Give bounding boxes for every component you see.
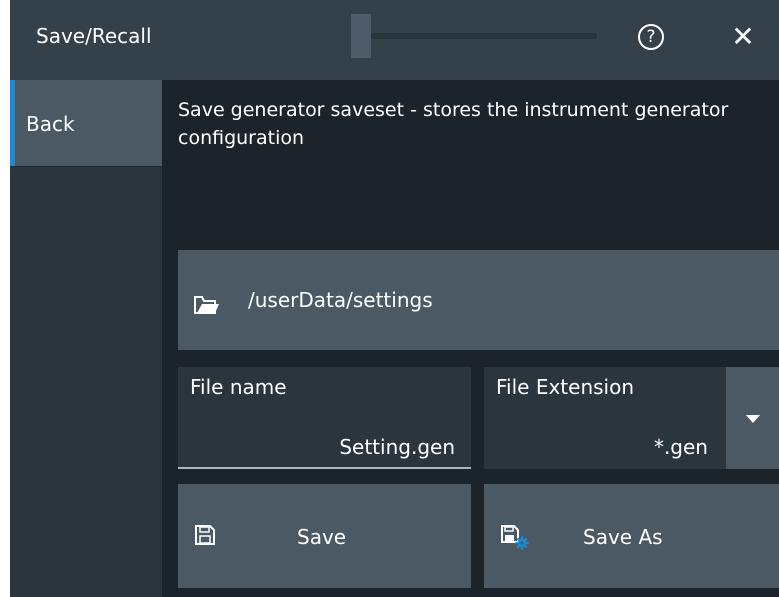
save-as-icon — [501, 525, 529, 550]
file-extension-value: *.gen — [653, 435, 708, 459]
sidebar-divider — [10, 166, 162, 167]
save-icon — [195, 525, 215, 545]
transparency-slider-thumb[interactable] — [351, 14, 371, 58]
back-button-label: Back — [26, 112, 75, 136]
main-panel: Save generator saveset - stores the inst… — [162, 80, 779, 597]
file-name-field[interactable]: File name Setting.gen — [178, 367, 471, 469]
selected-accent-bar — [10, 80, 15, 166]
file-extension-field[interactable]: File Extension *.gen — [484, 367, 726, 469]
file-extension-label: File Extension — [496, 375, 635, 399]
folder-open-icon — [194, 296, 219, 314]
file-name-underline — [178, 467, 471, 469]
directory-path: /userData/settings — [248, 288, 433, 312]
chevron-down-icon — [746, 415, 760, 423]
save-as-button-label: Save As — [583, 525, 663, 549]
close-button[interactable]: ✕ — [726, 20, 760, 54]
file-name-label: File name — [190, 375, 287, 399]
help-icon: ? — [646, 26, 656, 47]
directory-selector[interactable]: /userData/settings — [178, 250, 779, 350]
dialog-title: Save/Recall — [36, 24, 152, 48]
save-as-button[interactable]: Save As — [484, 484, 779, 588]
file-name-value: Setting.gen — [339, 435, 455, 459]
save-button[interactable]: Save — [178, 484, 471, 588]
help-button[interactable]: ? — [638, 24, 664, 50]
sidebar: Back — [10, 80, 162, 597]
back-button[interactable]: Back — [10, 80, 162, 166]
file-extension-dropdown-button[interactable] — [726, 367, 779, 469]
save-button-label: Save — [297, 525, 347, 549]
title-bar[interactable]: Save/Recall ? ✕ — [10, 0, 779, 80]
close-icon: ✕ — [731, 20, 755, 53]
description-text: Save generator saveset - stores the inst… — [178, 99, 729, 149]
save-recall-dialog: Save/Recall ? ✕ Back Save generator save… — [10, 0, 779, 597]
transparency-slider-track[interactable] — [371, 33, 597, 39]
